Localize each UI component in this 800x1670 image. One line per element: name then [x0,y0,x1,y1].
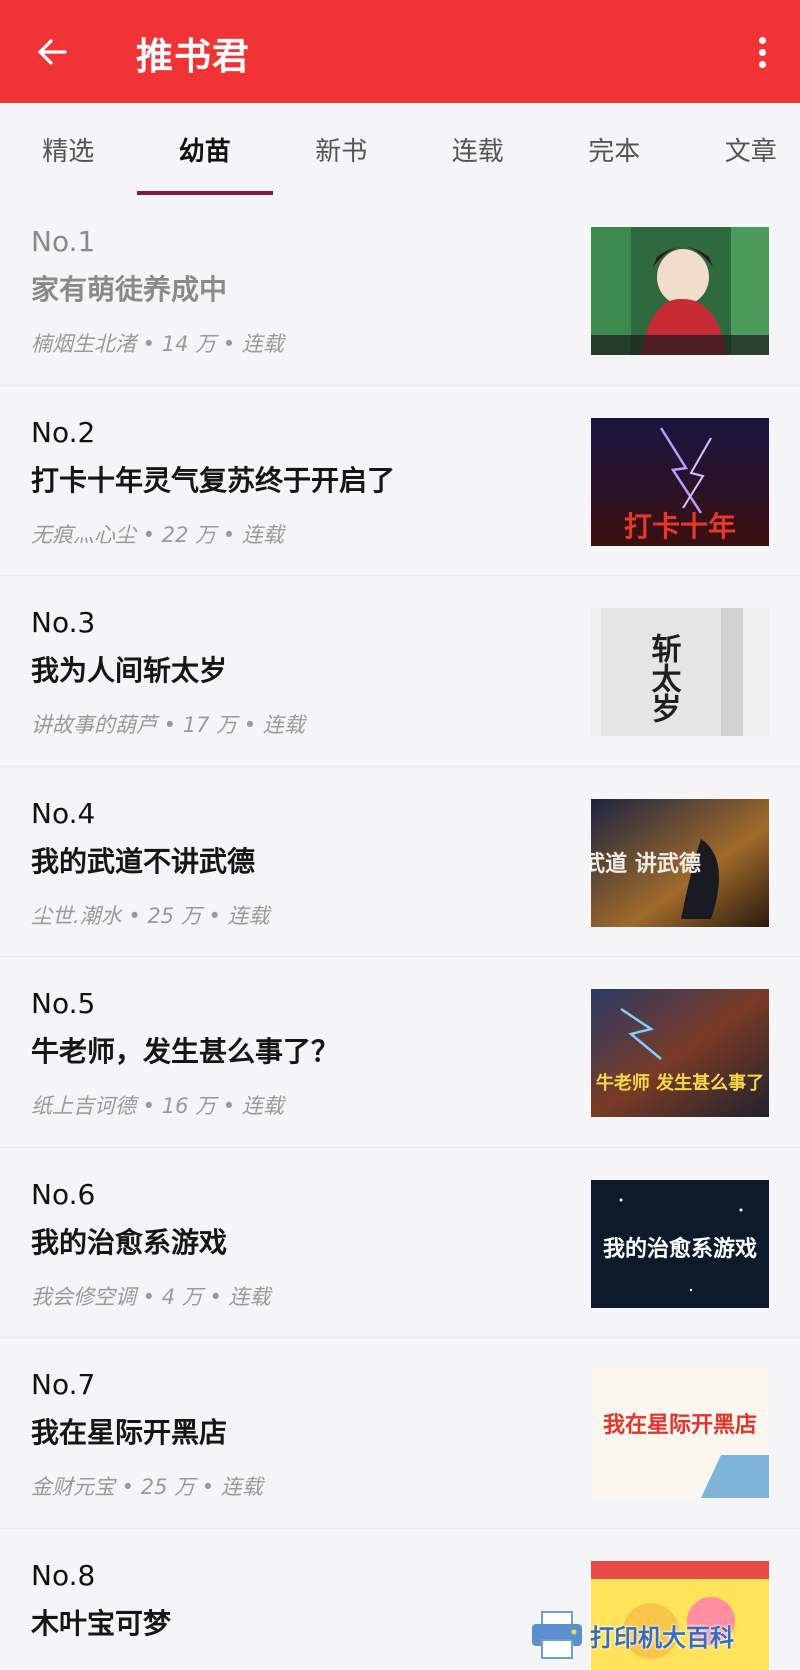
tab-seedling[interactable]: 幼苗 [136,103,274,195]
rank-label: No.7 [31,1368,96,1401]
watermark-text: 打印机大百科 [590,1623,734,1652]
book-ranking-list: No.1 家有萌徒养成中 楠烟生北渚 • 14 万 • 连载 No.2 打卡十年… [0,195,800,1670]
book-title: 我的武道不讲武德 [31,844,256,878]
book-title: 打卡十年灵气复苏终于开启了 [31,463,396,497]
list-item[interactable]: No.5 牛老师，发生甚么事了？ 纸上吉诃德 • 16 万 • 连载 牛老师 发… [0,957,800,1148]
cover-title: 斩太岁 [646,633,682,723]
tab-serializing[interactable]: 连载 [410,103,547,195]
cover-title: 我在星际开黑店 [603,1412,757,1438]
book-cover[interactable]: 牛老师 发生甚么事了 [591,989,769,1117]
tab-completed[interactable]: 完本 [546,103,683,195]
rank-label: No.8 [31,1558,96,1592]
cover-title: 牛老师 发生甚么事了 [596,1072,764,1094]
rank-label: No.6 [31,1177,96,1211]
book-title: 我为人间斩太岁 [31,654,228,687]
rank-label: No.3 [31,606,96,639]
tab-new-books[interactable]: 新书 [273,103,410,195]
book-meta: 纸上吉诃德 • 16 万 • 连载 [31,1094,284,1118]
rank-label: No.1 [31,225,96,258]
watermark: 打印机大百科 [530,1600,800,1670]
book-title: 我在星际开黑店 [31,1416,228,1449]
book-meta: 讲故事的葫芦 • 17 万 • 连载 [31,713,305,737]
book-cover[interactable]: 的武道 讲武德 [591,798,769,927]
book-meta: 我会修空调 • 4 万 • 连载 [31,1284,271,1309]
list-item[interactable]: No.3 我为人间斩太岁 讲故事的葫芦 • 17 万 • 连载 斩太岁 [0,576,800,767]
book-meta: 金财元宝 • 25 万 • 连载 [31,1475,263,1499]
list-item[interactable]: No.4 我的武道不讲武德 尘世.潮水 • 25 万 • 连载 的武道 讲武德 [0,767,800,957]
list-item[interactable]: No.2 打卡十年灵气复苏终于开启了 无痕灬心尘 • 22 万 • 连载 打卡十… [0,386,800,576]
tab-articles[interactable]: 文章 [683,103,800,195]
rank-label: No.4 [31,796,96,830]
book-title: 我的治愈系游戏 [31,1225,228,1259]
rank-label: No.2 [31,415,96,449]
cover-title: 我的治愈系游戏 [603,1236,757,1262]
back-button[interactable] [30,30,74,74]
book-cover[interactable]: 我的治愈系游戏 [591,1179,769,1308]
list-item[interactable]: No.7 我在星际开黑店 金财元宝 • 25 万 • 连载 我在星际开黑店 [0,1338,800,1529]
book-meta: 无痕灬心尘 • 22 万 • 连载 [31,522,284,547]
cover-title: 打卡十年 [624,510,736,543]
book-cover[interactable] [591,227,769,355]
book-title: 家有萌徒养成中 [31,273,228,306]
category-tabs: 精选 幼苗 新书 连载 完本 文章 [0,103,800,195]
app-bar: 推书君 [0,0,800,103]
book-cover[interactable]: 打卡十年 [591,417,769,546]
back-arrow-icon [38,39,67,65]
book-cover[interactable]: 斩太岁 [591,608,769,736]
more-options-icon[interactable] [744,30,780,74]
list-item[interactable]: No.6 我的治愈系游戏 我会修空调 • 4 万 • 连载 我的治愈系游戏 [0,1148,800,1338]
tab-featured[interactable]: 精选 [0,103,137,195]
book-meta: 尘世.潮水 • 25 万 • 连载 [31,903,270,928]
book-cover[interactable]: 我在星际开黑店 [591,1370,769,1498]
book-title: 牛老师，发生甚么事了？ [31,1035,340,1068]
page-title: 推书君 [136,35,250,78]
list-item[interactable]: No.1 家有萌徒养成中 楠烟生北渚 • 14 万 • 连载 [0,195,800,386]
rank-label: No.5 [31,987,96,1020]
book-title: 木叶宝可梦 [31,1606,172,1640]
book-meta: 楠烟生北渚 • 14 万 • 连载 [31,332,284,356]
printer-icon [532,1611,582,1659]
cover-title: 的武道 讲武德 [591,851,701,877]
